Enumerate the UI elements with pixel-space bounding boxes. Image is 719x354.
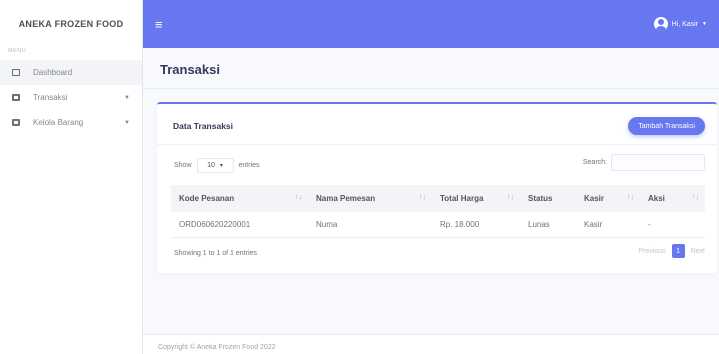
sidebar-item-transaksi[interactable]: Transaksi ▼ (0, 85, 142, 110)
cell-kode-pesanan: ORD060620220001 (171, 212, 308, 238)
sidebar-item-label: Transaksi (33, 93, 68, 102)
page-title: Transaksi (160, 62, 220, 77)
entries-value: 10 (207, 162, 215, 169)
column-label: Kode Pesanan (179, 194, 235, 203)
cell-total-harga: Rp. 18.000 (432, 212, 520, 238)
user-greeting: Hi, Kasir (671, 20, 699, 28)
card-title: Data Transaksi (173, 121, 234, 131)
entries-label: entries (238, 162, 260, 169)
transaction-card: Data Transaksi Tambah Transaksi Show 10 … (157, 102, 717, 273)
chevron-down-icon: ▾ (219, 163, 223, 169)
table-search: Search: (583, 154, 705, 171)
transaction-table: Kode Pesanan ↑↓ Nama Pemesan ↑↓ Total Harg… (171, 185, 705, 238)
brand-logo[interactable]: ANEKA FROZEN FOOD (0, 0, 142, 48)
column-label: Kasir (584, 194, 605, 203)
sort-icon: ↑↓ (507, 194, 514, 201)
header-divider (143, 88, 719, 89)
column-header-nama-pemesan[interactable]: Nama Pemesan ↑↓ (308, 185, 432, 212)
cell-kasir: Kasir (576, 212, 640, 238)
add-transaction-button[interactable]: Tambah Transaksi (628, 117, 705, 135)
sidebar-item-kelola-barang[interactable]: Kelola Barang ▼ (0, 110, 142, 135)
next-button[interactable]: Next (691, 248, 705, 255)
sidebar-item-label: Kelola Barang (33, 118, 84, 127)
column-label: Nama Pemesan (316, 194, 376, 203)
sidebar: ANEKA FROZEN FOOD MENU Dashboard Transak… (0, 0, 143, 354)
column-header-kode-pesanan[interactable]: Kode Pesanan ↑↓ (171, 185, 308, 212)
show-label: Show (174, 162, 192, 169)
entries-select[interactable]: 10 ▾ (196, 158, 234, 173)
chevron-down-icon: ▼ (124, 119, 130, 126)
caret-down-icon: ▼ (702, 21, 707, 27)
sidebar-item-label: Dashboard (33, 68, 73, 77)
search-input[interactable] (611, 154, 705, 171)
search-label: Search: (582, 159, 607, 166)
sort-icon: ↑↓ (692, 194, 699, 201)
hamburger-icon[interactable]: ≡ (155, 18, 163, 31)
footer: Copyright © Aneka Frozen Food 2022 (143, 334, 719, 354)
table-row: ORD060620220001 Numa Rp. 18.000 Lunas Ka… (171, 212, 705, 238)
table-icon (12, 94, 20, 101)
table-info: Showing 1 to 1 of 1 entries (174, 250, 257, 257)
card-divider (157, 144, 717, 145)
pagination: Previous 1 Next (638, 244, 705, 258)
sort-icon: ↑↓ (419, 194, 426, 201)
entries-length-control: Show 10 ▾ entries (174, 158, 260, 173)
column-header-status[interactable]: Status (520, 185, 576, 212)
table-header-row: Kode Pesanan ↑↓ Nama Pemesan ↑↓ Total Harg… (171, 185, 705, 212)
column-label: Status (528, 194, 553, 203)
previous-button[interactable]: Previous (638, 248, 665, 255)
cell-status: Lunas (520, 212, 576, 238)
column-label: Aksi (648, 194, 665, 203)
cell-nama-pemesan: Numa (308, 212, 432, 238)
column-header-kasir[interactable]: Kasir ↑↓ (576, 185, 640, 212)
cell-aksi: - (640, 212, 705, 238)
avatar (653, 17, 668, 31)
sidebar-item-dashboard[interactable]: Dashboard (0, 60, 142, 85)
square-icon (12, 69, 20, 76)
sort-icon: ↑↓ (295, 194, 302, 201)
column-label: Total Harga (440, 194, 484, 203)
sort-icon: ↑↓ (627, 194, 634, 201)
menu-heading: MENU (8, 48, 27, 54)
column-header-total-harga[interactable]: Total Harga ↑↓ (432, 185, 520, 212)
table-icon (12, 119, 20, 126)
user-menu[interactable]: Hi, Kasir ▼ (653, 17, 707, 31)
topbar: ≡ Hi, Kasir ▼ (143, 0, 719, 48)
page-button-current[interactable]: 1 (671, 244, 685, 258)
chevron-down-icon: ▼ (124, 94, 130, 101)
column-header-aksi[interactable]: Aksi ↑↓ (640, 185, 705, 212)
